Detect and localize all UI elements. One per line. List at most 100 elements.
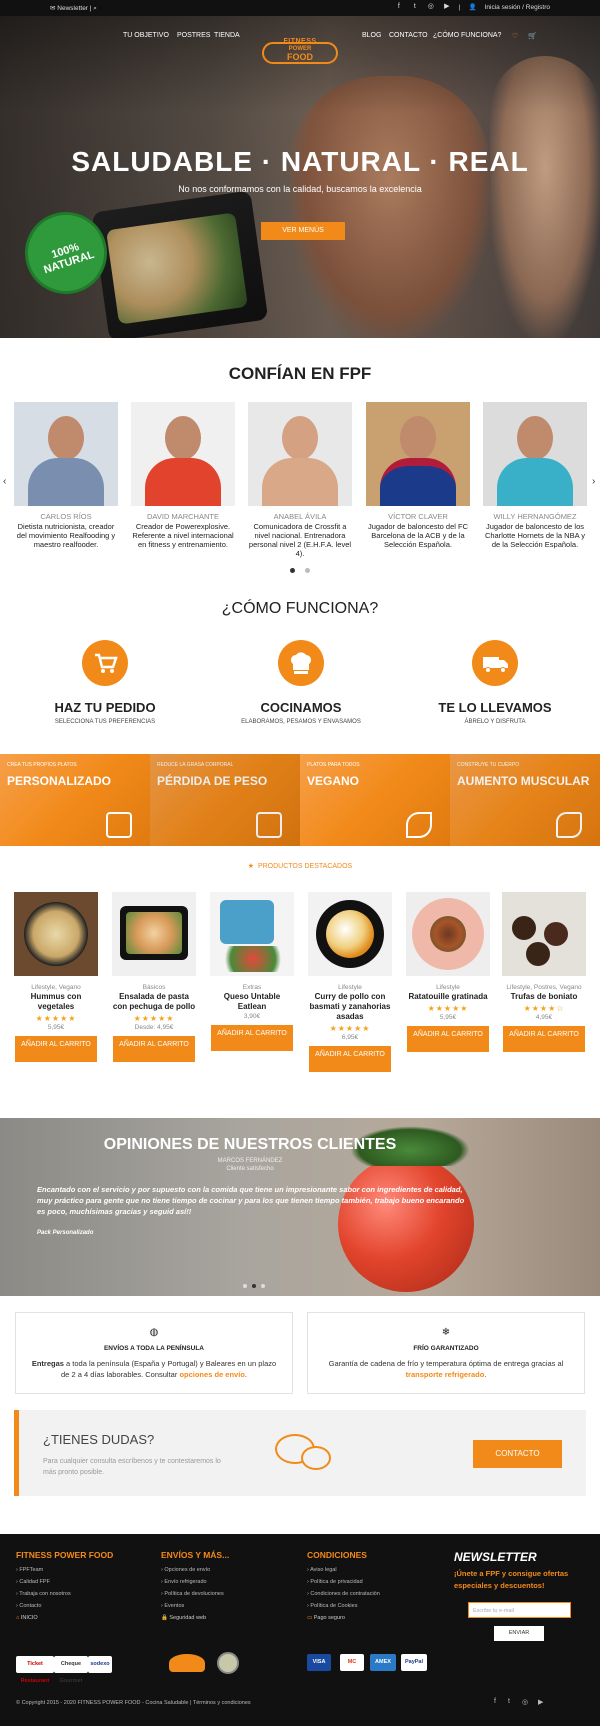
instagram-icon[interactable]: ◎ <box>522 1698 528 1706</box>
influencer-card[interactable]: CARLOS RÍOS Dietista nutricionista, crea… <box>14 402 118 549</box>
footer-link[interactable]: › Trabaja con nosotros <box>16 1591 156 1597</box>
testimonial-dot[interactable] <box>243 1284 247 1288</box>
dudas-desc: Para cualquier consulta escríbenos y te … <box>43 1458 221 1476</box>
facebook-icon[interactable]: f <box>494 1698 496 1705</box>
product-image[interactable] <box>14 892 98 976</box>
facebook-icon[interactable]: f <box>395 3 403 11</box>
rating-stars: ★★★★★ <box>35 1014 77 1023</box>
carousel-next-icon[interactable]: › <box>592 476 595 487</box>
twitter-icon[interactable]: t <box>411 3 419 11</box>
carousel-dot[interactable] <box>305 568 310 573</box>
user-icon[interactable]: 👤 <box>469 3 477 11</box>
step-cocinamos: COCINAMOS ELABORAMOS, PESAMOS Y ENVASAMO… <box>226 640 376 725</box>
nav-como-funciona[interactable]: ¿CÓMO FUNCIONA? <box>433 32 501 39</box>
newsletter-submit-button[interactable]: ENVIAR <box>494 1626 544 1641</box>
influencer-card[interactable]: DAVID MARCHANTE Creador de Powerexplosiv… <box>131 402 235 549</box>
testimonial-quote: Encantado con el servicio y por supuesto… <box>37 1185 465 1216</box>
site-logo[interactable]: FITNESS POWER FOOD <box>262 34 338 70</box>
hero-banner: TU OBJETIVO POSTRES TIENDA FITNESS POWER… <box>0 16 600 338</box>
hero-title: SALUDABLE · NATURAL · REAL <box>71 146 529 177</box>
influencer-card[interactable]: VÍCTOR CLAVER Jugador de baloncesto del … <box>366 402 470 549</box>
transporte-refrigerado-link[interactable]: transporte refrigerado <box>406 1370 485 1379</box>
banner-vegano[interactable]: PLATOS PARA TODOS VEGANO <box>300 754 450 846</box>
newsletter-title: NEWSLETTER <box>454 1550 537 1564</box>
footer-link[interactable]: › Opciones de envío <box>161 1567 301 1573</box>
add-to-cart-button[interactable]: AÑADIR AL CARRITO <box>113 1036 195 1062</box>
newsletter-email-input[interactable]: Escribe tu e-mail <box>468 1602 571 1618</box>
product-image[interactable] <box>502 892 586 976</box>
banner-perdida-peso[interactable]: REDUCE LA GRASA CORPORAL PÉRDIDA DE PESO <box>150 754 300 846</box>
product-card[interactable]: Lifestyle, Vegano Hummus con vegetales ★… <box>14 892 98 1062</box>
product-image[interactable] <box>308 892 392 976</box>
footer-link[interactable]: › Política de Cookies <box>307 1603 447 1609</box>
twitter-icon[interactable]: t <box>508 1698 510 1705</box>
product-image[interactable] <box>406 892 490 976</box>
footer-link[interactable]: › FPFTeam <box>16 1567 156 1573</box>
add-to-cart-button[interactable]: AÑADIR AL CARRITO <box>503 1026 585 1052</box>
newsletter-link[interactable]: Newsletter <box>57 5 88 12</box>
newsletter-desc: ¡Únete a FPF y consigue ofertas especial… <box>454 1569 569 1590</box>
testimonial-dot[interactable] <box>261 1284 265 1288</box>
footer: FITNESS POWER FOOD › FPFTeam › Calidad F… <box>0 1534 600 1726</box>
footer-link[interactable]: › Condiciones de contratación <box>307 1591 447 1597</box>
footer-link[interactable]: › Envío refrigerado <box>161 1579 301 1585</box>
credit-card-icon: ▭ <box>307 1615 313 1621</box>
instagram-icon[interactable]: ◎ <box>427 3 435 11</box>
cart-icon[interactable]: 🛒 <box>528 32 537 40</box>
nav-contacto[interactable]: CONTACTO <box>389 32 428 39</box>
nav-tienda[interactable]: TIENDA <box>214 32 240 39</box>
mastercard-badge: MC <box>340 1654 364 1671</box>
influencer-photo <box>14 402 118 506</box>
product-image[interactable] <box>210 892 294 976</box>
search-icon[interactable]: ⌕ <box>93 5 97 12</box>
testimonials-section: OPINIONES DE NUESTROS CLIENTES MARCOS FE… <box>0 1118 600 1296</box>
banner-aumento-muscular[interactable]: CONSTRUYE TU CUERPO AUMENTO MUSCULAR <box>450 754 600 846</box>
contacto-button[interactable]: CONTACTO <box>473 1440 562 1468</box>
influencer-card[interactable]: WILLY HERNANGÓMEZ Jugador de baloncesto … <box>483 402 587 549</box>
ver-menus-button[interactable]: VER MENÚS <box>261 222 345 240</box>
dudas-title: ¿TIENES DUDAS? <box>43 1432 155 1447</box>
footer-link[interactable]: › Calidad FPF <box>16 1579 156 1585</box>
footer-link[interactable]: › Eventos <box>161 1603 301 1609</box>
scale-icon <box>256 812 282 838</box>
footer-link[interactable]: › Contacto <box>16 1603 156 1609</box>
star-icon: ★ <box>247 863 255 870</box>
add-to-cart-button[interactable]: AÑADIR AL CARRITO <box>309 1046 391 1072</box>
influencer-photo <box>483 402 587 506</box>
influencer-card[interactable]: ANABEL ÁVILA Comunicadora de Crossfit a … <box>248 402 352 558</box>
youtube-icon[interactable]: ▶ <box>538 1698 543 1706</box>
add-to-cart-button[interactable]: AÑADIR AL CARRITO <box>211 1025 293 1051</box>
rating-stars: ★★★★☆ <box>523 1004 565 1013</box>
youtube-icon[interactable]: ▶ <box>443 3 451 11</box>
opciones-envio-link[interactable]: opciones de envío <box>179 1370 244 1379</box>
home-icon: ⌂ <box>16 1615 20 1621</box>
clipboard-icon <box>106 812 132 838</box>
banner-personalizado[interactable]: CREA TUS PROPIOS PLATOS PERSONALIZADO <box>0 754 150 846</box>
product-card[interactable]: Lifestyle Ratatouille gratinada ★★★★★ 5,… <box>406 892 490 1052</box>
account-link[interactable]: Inicia sesión / Registro <box>485 4 550 11</box>
carousel-dot[interactable] <box>290 568 295 573</box>
product-image[interactable] <box>112 892 196 976</box>
add-to-cart-button[interactable]: AÑADIR AL CARRITO <box>15 1036 97 1062</box>
product-card[interactable]: Extras Queso Untable Eatlean 3,90€ AÑADI… <box>210 892 294 1051</box>
footer-link[interactable]: › Política de privacidad <box>307 1579 447 1585</box>
mail-icon[interactable]: ✉ <box>50 5 55 12</box>
product-card[interactable]: Básicos Ensalada de pasta con pechuga de… <box>112 892 196 1062</box>
nav-blog[interactable]: BLOG <box>362 32 381 39</box>
product-card[interactable]: Lifestyle Curry de pollo con basmati y z… <box>308 892 392 1072</box>
add-to-cart-button[interactable]: AÑADIR AL CARRITO <box>407 1026 489 1052</box>
testimonial-dot[interactable] <box>252 1284 256 1288</box>
muscle-icon <box>556 812 582 838</box>
ticket-restaurant-badge: Ticket Restaurant <box>16 1656 54 1684</box>
carousel-prev-icon[interactable]: ‹ <box>3 476 6 487</box>
nav-tu-objetivo[interactable]: TU OBJETIVO <box>123 32 169 39</box>
cloudflare-badge <box>169 1654 205 1672</box>
amex-badge: AMEX <box>370 1654 396 1671</box>
nav-postres[interactable]: POSTRES <box>177 32 210 39</box>
product-card[interactable]: Lifestyle, Postres, Vegano Trufas de bon… <box>502 892 586 1052</box>
wishlist-icon[interactable]: ♡ <box>512 32 518 40</box>
footer-link[interactable]: › Política de devoluciones <box>161 1591 301 1597</box>
footer-link[interactable]: › Aviso legal <box>307 1567 447 1573</box>
cart-icon <box>82 640 128 686</box>
rating-stars: ★★★★★ <box>329 1024 371 1033</box>
